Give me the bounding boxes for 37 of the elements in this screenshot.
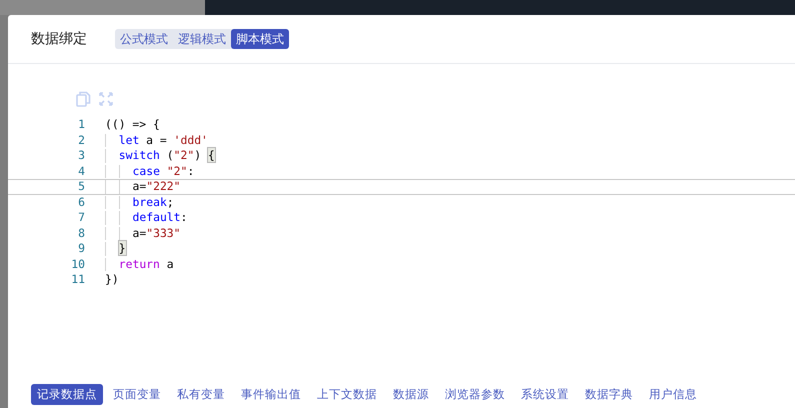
source-tab[interactable]: 浏览器参数 xyxy=(439,384,511,405)
line-number: 10 xyxy=(70,258,85,271)
code-line: a="222" xyxy=(132,180,181,194)
line-number: 11 xyxy=(70,273,85,286)
code-line: case "2": xyxy=(132,164,194,178)
mode-tab[interactable]: 逻辑模式 xyxy=(173,29,231,49)
code-line: }) xyxy=(105,273,119,286)
copy-icon[interactable] xyxy=(76,91,91,107)
code-line: break; xyxy=(132,196,174,209)
code-line: switch ("2") { xyxy=(118,149,215,162)
code-line: let a = 'ddd' xyxy=(118,134,208,147)
source-tab[interactable]: 上下文数据 xyxy=(311,384,383,405)
line-number: 1 xyxy=(77,118,85,132)
line-number: 9 xyxy=(77,242,85,256)
code-line: a="333" xyxy=(132,226,181,240)
source-tab[interactable]: 用户信息 xyxy=(643,384,703,405)
line-number: 7 xyxy=(77,211,85,224)
line-number: 8 xyxy=(77,226,85,240)
line-number: 4 xyxy=(77,164,85,178)
source-tab[interactable]: 页面变量 xyxy=(107,384,167,405)
source-tab[interactable]: 系统设置 xyxy=(515,384,575,405)
source-tab[interactable]: 私有变量 xyxy=(171,384,231,405)
mode-tab[interactable]: 公式模式 xyxy=(115,29,173,49)
line-number: 6 xyxy=(77,196,85,209)
code-line: (() => { xyxy=(105,118,160,132)
source-tab[interactable]: 数据源 xyxy=(387,384,435,405)
source-tab[interactable]: 数据字典 xyxy=(579,384,639,405)
dialog-title: 数据绑定 xyxy=(31,30,87,48)
code-line: default: xyxy=(132,211,188,224)
code-line: return a xyxy=(118,258,174,271)
line-number: 2 xyxy=(77,134,85,147)
fullscreen-icon[interactable] xyxy=(99,92,113,106)
source-tab[interactable]: 事件输出值 xyxy=(235,384,307,405)
line-number: 5 xyxy=(77,180,85,194)
source-tab[interactable]: 记录数据点 xyxy=(31,384,103,405)
mode-tab[interactable]: 脚本模式 xyxy=(231,29,289,49)
line-number: 3 xyxy=(77,149,85,162)
